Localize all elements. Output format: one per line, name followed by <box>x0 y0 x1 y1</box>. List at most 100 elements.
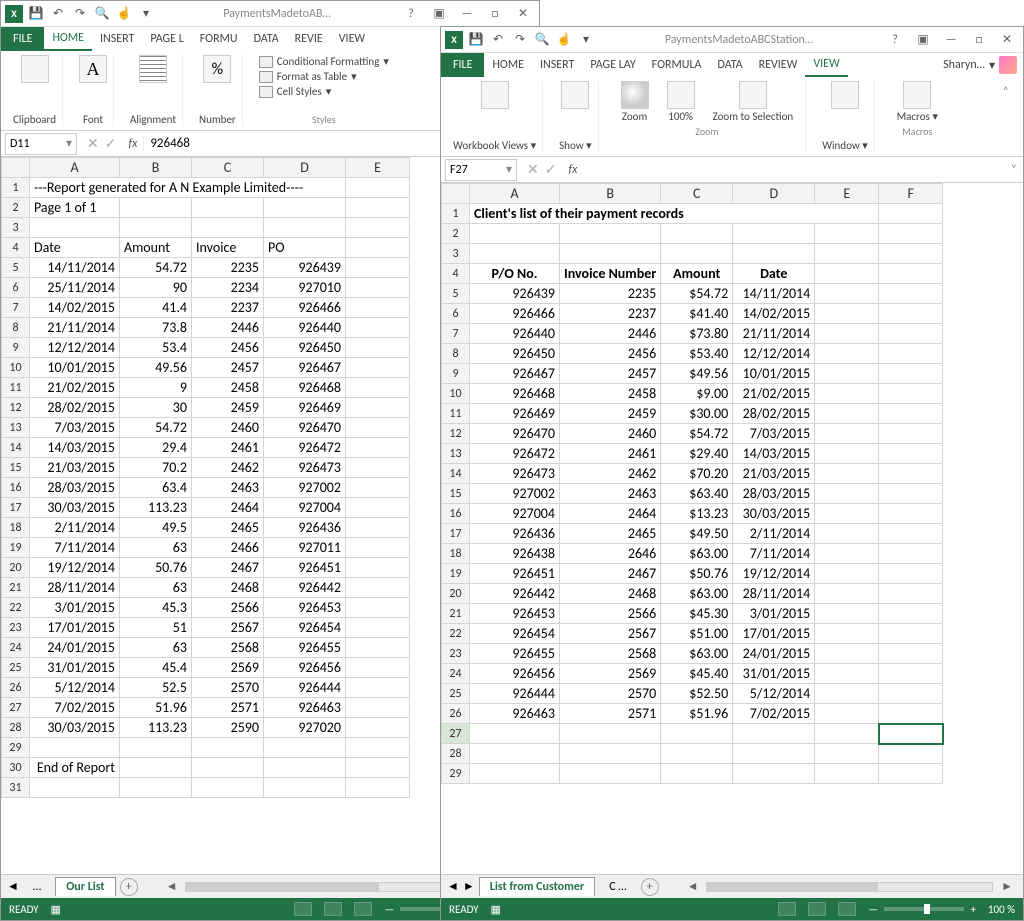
cell-E2[interactable] <box>815 224 879 244</box>
cell-C30[interactable] <box>192 758 264 778</box>
row-header-8[interactable]: 8 <box>2 318 30 338</box>
cell-F14[interactable] <box>879 464 943 484</box>
row-header-18[interactable]: 18 <box>2 518 30 538</box>
cell-D17[interactable]: 2/11/2014 <box>733 524 815 544</box>
cell-A5[interactable]: 14/11/2014 <box>30 258 120 278</box>
cell-E14[interactable] <box>815 464 879 484</box>
cell-D2[interactable] <box>733 224 815 244</box>
col-header-F[interactable]: F <box>879 184 943 204</box>
row-header-27[interactable]: 27 <box>2 698 30 718</box>
cell-D21[interactable]: 926442 <box>264 578 346 598</box>
cell-A21[interactable]: 28/11/2014 <box>30 578 120 598</box>
cancel-formula-icon[interactable]: ✕ <box>527 161 539 178</box>
row-header-21[interactable]: 21 <box>2 578 30 598</box>
cell-E8[interactable] <box>346 318 410 338</box>
cell-C29[interactable] <box>192 738 264 758</box>
cell-F10[interactable] <box>879 384 943 404</box>
row-header-16[interactable]: 16 <box>2 478 30 498</box>
cell-B22[interactable]: 2567 <box>560 624 661 644</box>
cell-E25[interactable] <box>346 658 410 678</box>
cell-D20[interactable]: 926451 <box>264 558 346 578</box>
tab-scroll-left-icon[interactable]: ◄ <box>447 879 459 894</box>
cell-D24[interactable]: 31/01/2015 <box>733 664 815 684</box>
cell-B8[interactable]: 2456 <box>560 344 661 364</box>
cell-D13[interactable]: 14/03/2015 <box>733 444 815 464</box>
row-header-24[interactable]: 24 <box>442 664 470 684</box>
cell-E18[interactable] <box>815 544 879 564</box>
cell-D19[interactable]: 19/12/2014 <box>733 564 815 584</box>
cell-C7[interactable]: $73.80 <box>661 324 733 344</box>
row-header-2[interactable]: 2 <box>442 224 470 244</box>
row-header-7[interactable]: 7 <box>2 298 30 318</box>
col-header-D[interactable]: D <box>264 158 346 178</box>
cell-A21[interactable]: 926453 <box>470 604 560 624</box>
zoom-button[interactable]: Zoom <box>615 81 655 123</box>
cell-A23[interactable]: 17/01/2015 <box>30 618 120 638</box>
cell-C2[interactable] <box>192 198 264 218</box>
cell-B10[interactable]: 49.56 <box>120 358 192 378</box>
maximize-icon[interactable]: □ <box>967 30 991 50</box>
menu-tab-revie[interactable]: REVIE <box>287 27 331 51</box>
menu-tab-page-l[interactable]: PAGE L <box>142 27 191 51</box>
col-header-E[interactable]: E <box>815 184 879 204</box>
cell-E17[interactable] <box>815 524 879 544</box>
row-header-10[interactable]: 10 <box>442 384 470 404</box>
cell-C27[interactable] <box>661 724 733 744</box>
cell-E12[interactable] <box>346 398 410 418</box>
cell-C4[interactable]: Invoice <box>192 238 264 258</box>
cell-D5[interactable]: 926439 <box>264 258 346 278</box>
row-header-22[interactable]: 22 <box>442 624 470 644</box>
cell-C6[interactable]: 2234 <box>192 278 264 298</box>
cell-B8[interactable]: 73.8 <box>120 318 192 338</box>
undo-icon[interactable]: ↶ <box>49 5 67 23</box>
cell-B18[interactable]: 49.5 <box>120 518 192 538</box>
row-header-5[interactable]: 5 <box>442 284 470 304</box>
row-header-19[interactable]: 19 <box>442 564 470 584</box>
cell-F16[interactable] <box>879 504 943 524</box>
row-header-28[interactable]: 28 <box>2 718 30 738</box>
cell-C17[interactable]: 2464 <box>192 498 264 518</box>
cell-D8[interactable]: 926440 <box>264 318 346 338</box>
macro-record-icon[interactable]: ▦ <box>491 903 501 916</box>
cell-C18[interactable]: 2465 <box>192 518 264 538</box>
cell-A26[interactable]: 5/12/2014 <box>30 678 120 698</box>
cell-F13[interactable] <box>879 444 943 464</box>
cell-A8[interactable]: 926450 <box>470 344 560 364</box>
row-header-4[interactable]: 4 <box>2 238 30 258</box>
row-header-3[interactable]: 3 <box>2 218 30 238</box>
menu-tab-insert[interactable]: INSERT <box>532 53 582 77</box>
cell-B3[interactable] <box>560 244 661 264</box>
cell-C8[interactable]: $53.40 <box>661 344 733 364</box>
cell-B6[interactable]: 2237 <box>560 304 661 324</box>
cell-D18[interactable]: 7/11/2014 <box>733 544 815 564</box>
ribbon-options-icon[interactable]: ▣ <box>911 30 935 50</box>
collapse-ribbon-icon[interactable]: ˄ <box>995 81 1017 152</box>
row-header-26[interactable]: 26 <box>442 704 470 724</box>
search-icon[interactable]: 🔍 <box>93 5 111 23</box>
grid[interactable]: ABCDEF1Client's list of their payment re… <box>441 183 1023 874</box>
row-header-12[interactable]: 12 <box>442 424 470 444</box>
cell-A10[interactable]: 10/01/2015 <box>30 358 120 378</box>
cell-C21[interactable]: 2468 <box>192 578 264 598</box>
cell-E22[interactable] <box>815 624 879 644</box>
cell-B4[interactable]: Amount <box>120 238 192 258</box>
cell-B19[interactable]: 2467 <box>560 564 661 584</box>
cell-C19[interactable]: $50.76 <box>661 564 733 584</box>
cell-D31[interactable] <box>264 778 346 798</box>
cell-D6[interactable]: 14/02/2015 <box>733 304 815 324</box>
file-tab[interactable]: FILE <box>1 27 44 51</box>
cell-E20[interactable] <box>346 558 410 578</box>
cell-F15[interactable] <box>879 484 943 504</box>
row-header-18[interactable]: 18 <box>442 544 470 564</box>
col-header-C[interactable]: C <box>192 158 264 178</box>
cell-B27[interactable] <box>560 724 661 744</box>
cell-D25[interactable]: 926456 <box>264 658 346 678</box>
cell-D5[interactable]: 14/11/2014 <box>733 284 815 304</box>
cell-A15[interactable]: 21/03/2015 <box>30 458 120 478</box>
cell-A1[interactable]: Client's list of their payment records <box>470 204 879 224</box>
row-header-25[interactable]: 25 <box>442 684 470 704</box>
cell-C27[interactable]: 2571 <box>192 698 264 718</box>
cell-A4[interactable]: Date <box>30 238 120 258</box>
page-break-view-icon[interactable] <box>838 902 856 916</box>
cell-A3[interactable] <box>470 244 560 264</box>
